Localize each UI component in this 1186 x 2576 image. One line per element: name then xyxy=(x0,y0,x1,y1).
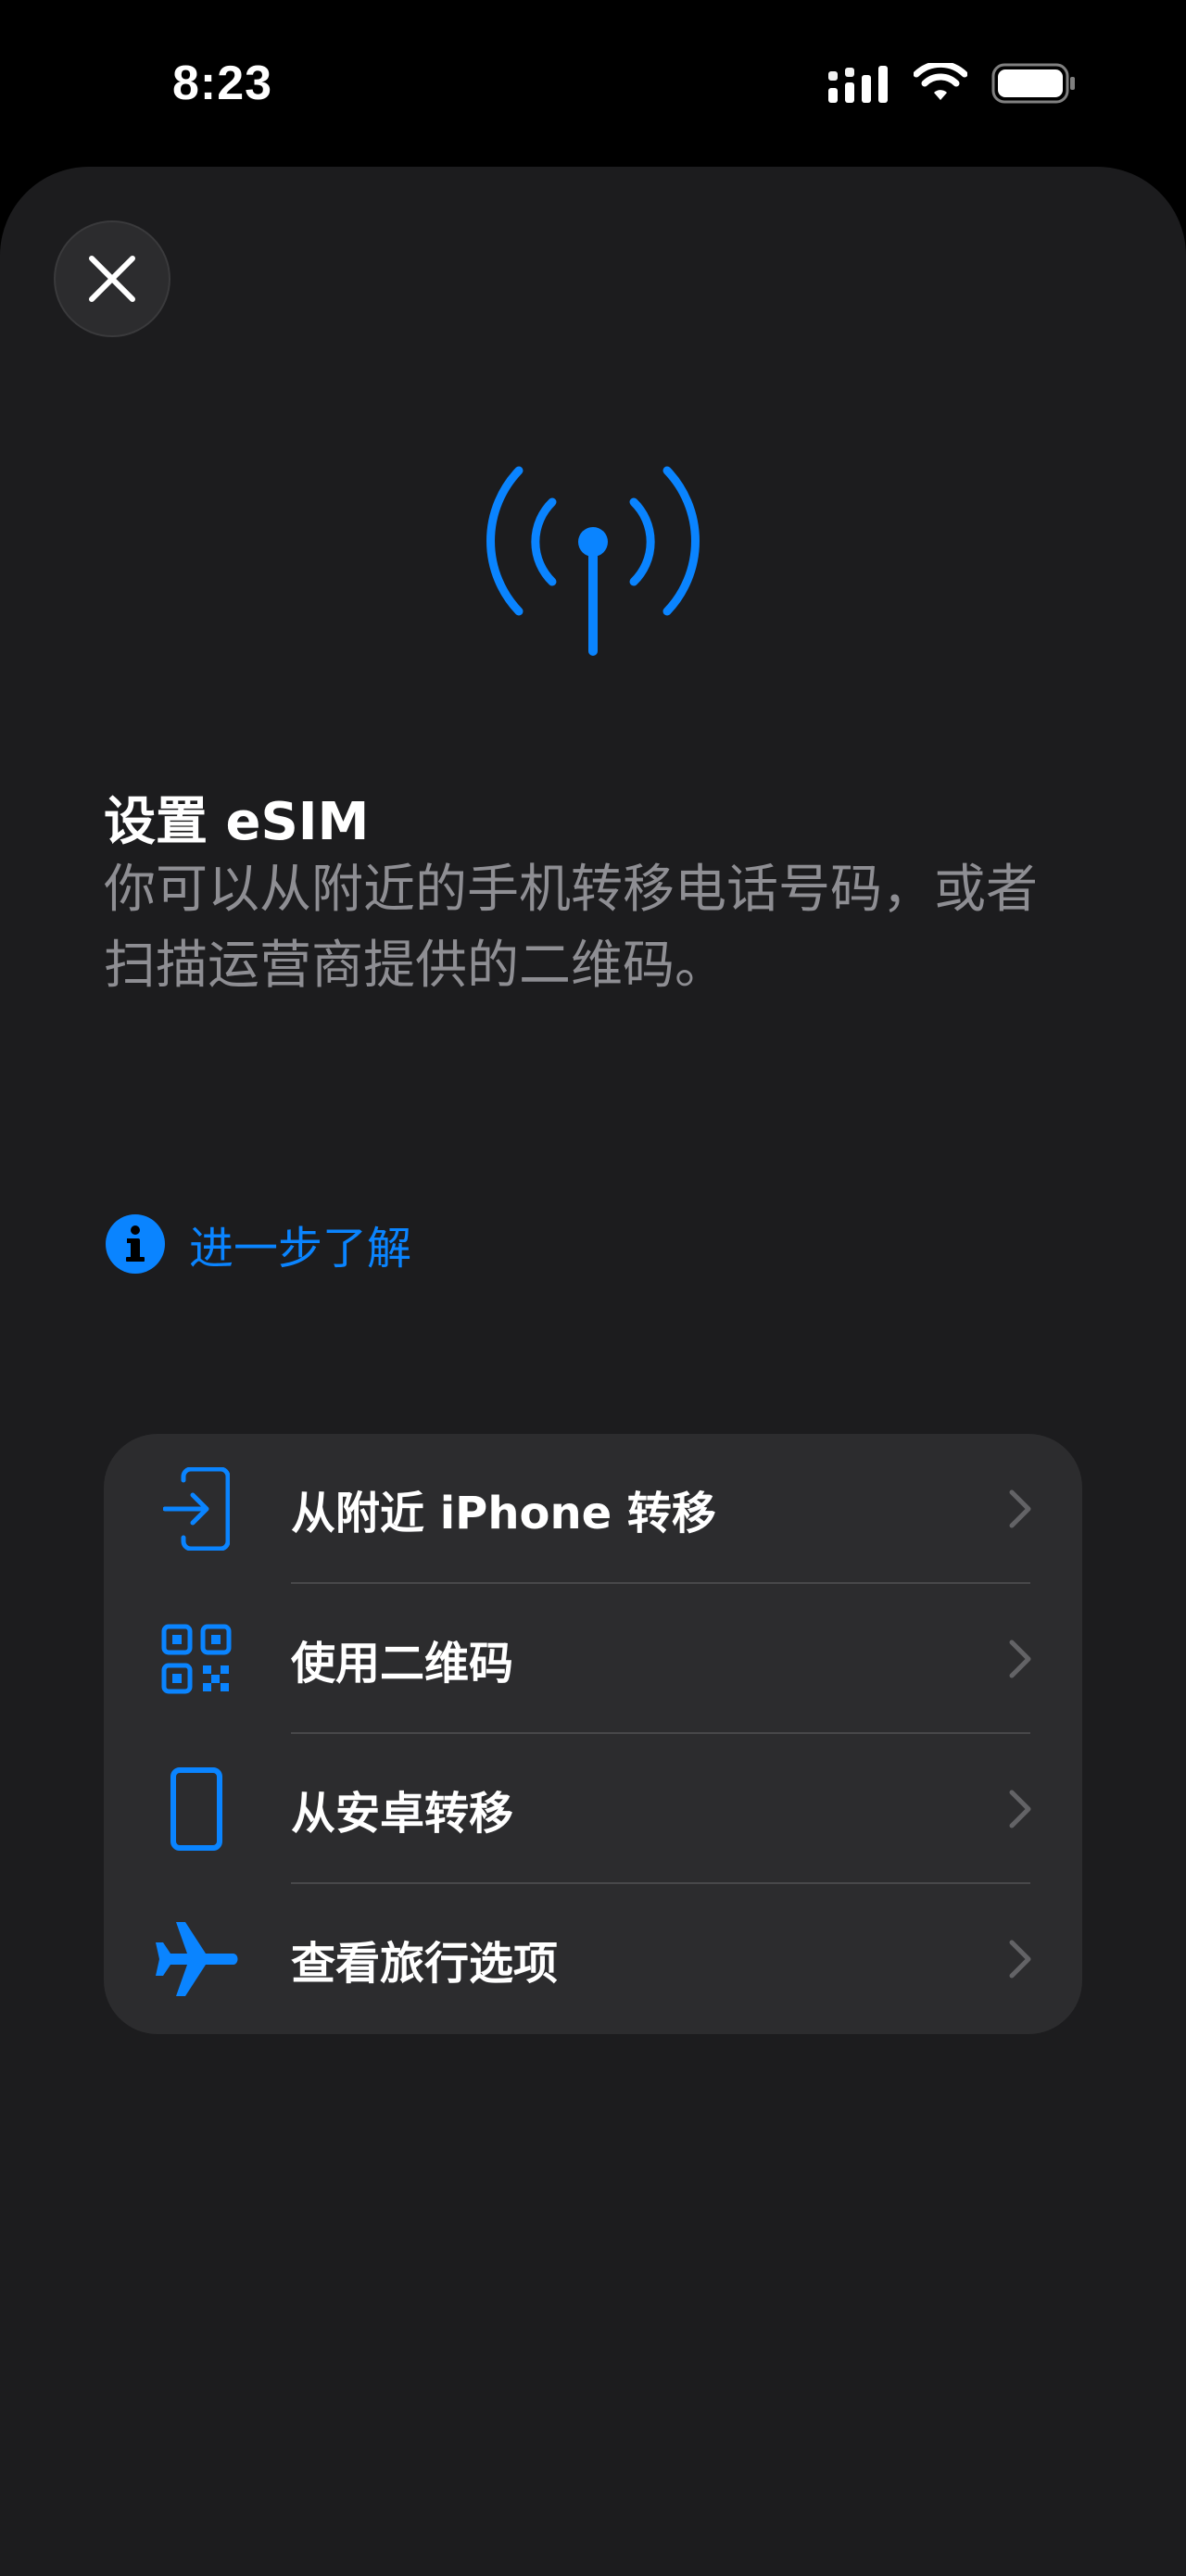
esim-options-list: 从附近 iPhone 转移 使用二维码 从安卓转移 查看旅行选项 xyxy=(104,1434,1082,2034)
option-transfer-from-android[interactable]: 从安卓转移 xyxy=(104,1734,1082,1884)
status-icons xyxy=(828,63,1077,104)
wifi-icon xyxy=(914,63,967,100)
chevron-right-icon xyxy=(1009,1640,1031,1678)
antenna-radiowaves-icon xyxy=(486,466,700,656)
info-circle-icon xyxy=(106,1214,165,1274)
option-label: 查看旅行选项 xyxy=(291,1938,559,1990)
cellular-signal-icon xyxy=(828,66,888,103)
phone-icon xyxy=(150,1766,243,1853)
close-icon xyxy=(89,256,135,302)
option-use-qr-code[interactable]: 使用二维码 xyxy=(104,1584,1082,1734)
battery-icon xyxy=(991,63,1075,104)
option-label: 从附近 iPhone 转移 xyxy=(291,1488,716,1539)
learn-more-link[interactable]: 进一步了解 xyxy=(106,1212,411,1276)
learn-more-label: 进一步了解 xyxy=(189,1223,412,1275)
status-bar: 8:23 xyxy=(0,0,1186,167)
option-transfer-from-iphone[interactable]: 从附近 iPhone 转移 xyxy=(104,1434,1082,1584)
status-time: 8:23 xyxy=(172,57,273,110)
esim-setup-screen: 8:23 设置 eSIM 你可以从附近的手机转移电话号码，或者扫描运营商提供的二… xyxy=(0,0,1186,2576)
transfer-in-icon xyxy=(150,1465,243,1552)
close-button[interactable] xyxy=(54,220,170,337)
option-label: 使用二维码 xyxy=(291,1638,514,1690)
option-label: 从安卓转移 xyxy=(291,1788,514,1840)
page-subtitle: 你可以从附近的手机转移电话号码，或者扫描运营商提供的二维码。 xyxy=(104,860,1038,996)
chevron-right-icon xyxy=(1009,1790,1031,1828)
qr-code-icon xyxy=(150,1615,243,1703)
airplane-icon xyxy=(150,1916,243,2003)
esim-sheet: 设置 eSIM 你可以从附近的手机转移电话号码，或者扫描运营商提供的二维码。 进… xyxy=(0,167,1186,2576)
chevron-right-icon xyxy=(1009,1940,1031,1979)
page-title: 设置 eSIM xyxy=(104,792,370,852)
chevron-right-icon xyxy=(1009,1489,1031,1528)
option-view-travel-options[interactable]: 查看旅行选项 xyxy=(104,1884,1082,2034)
